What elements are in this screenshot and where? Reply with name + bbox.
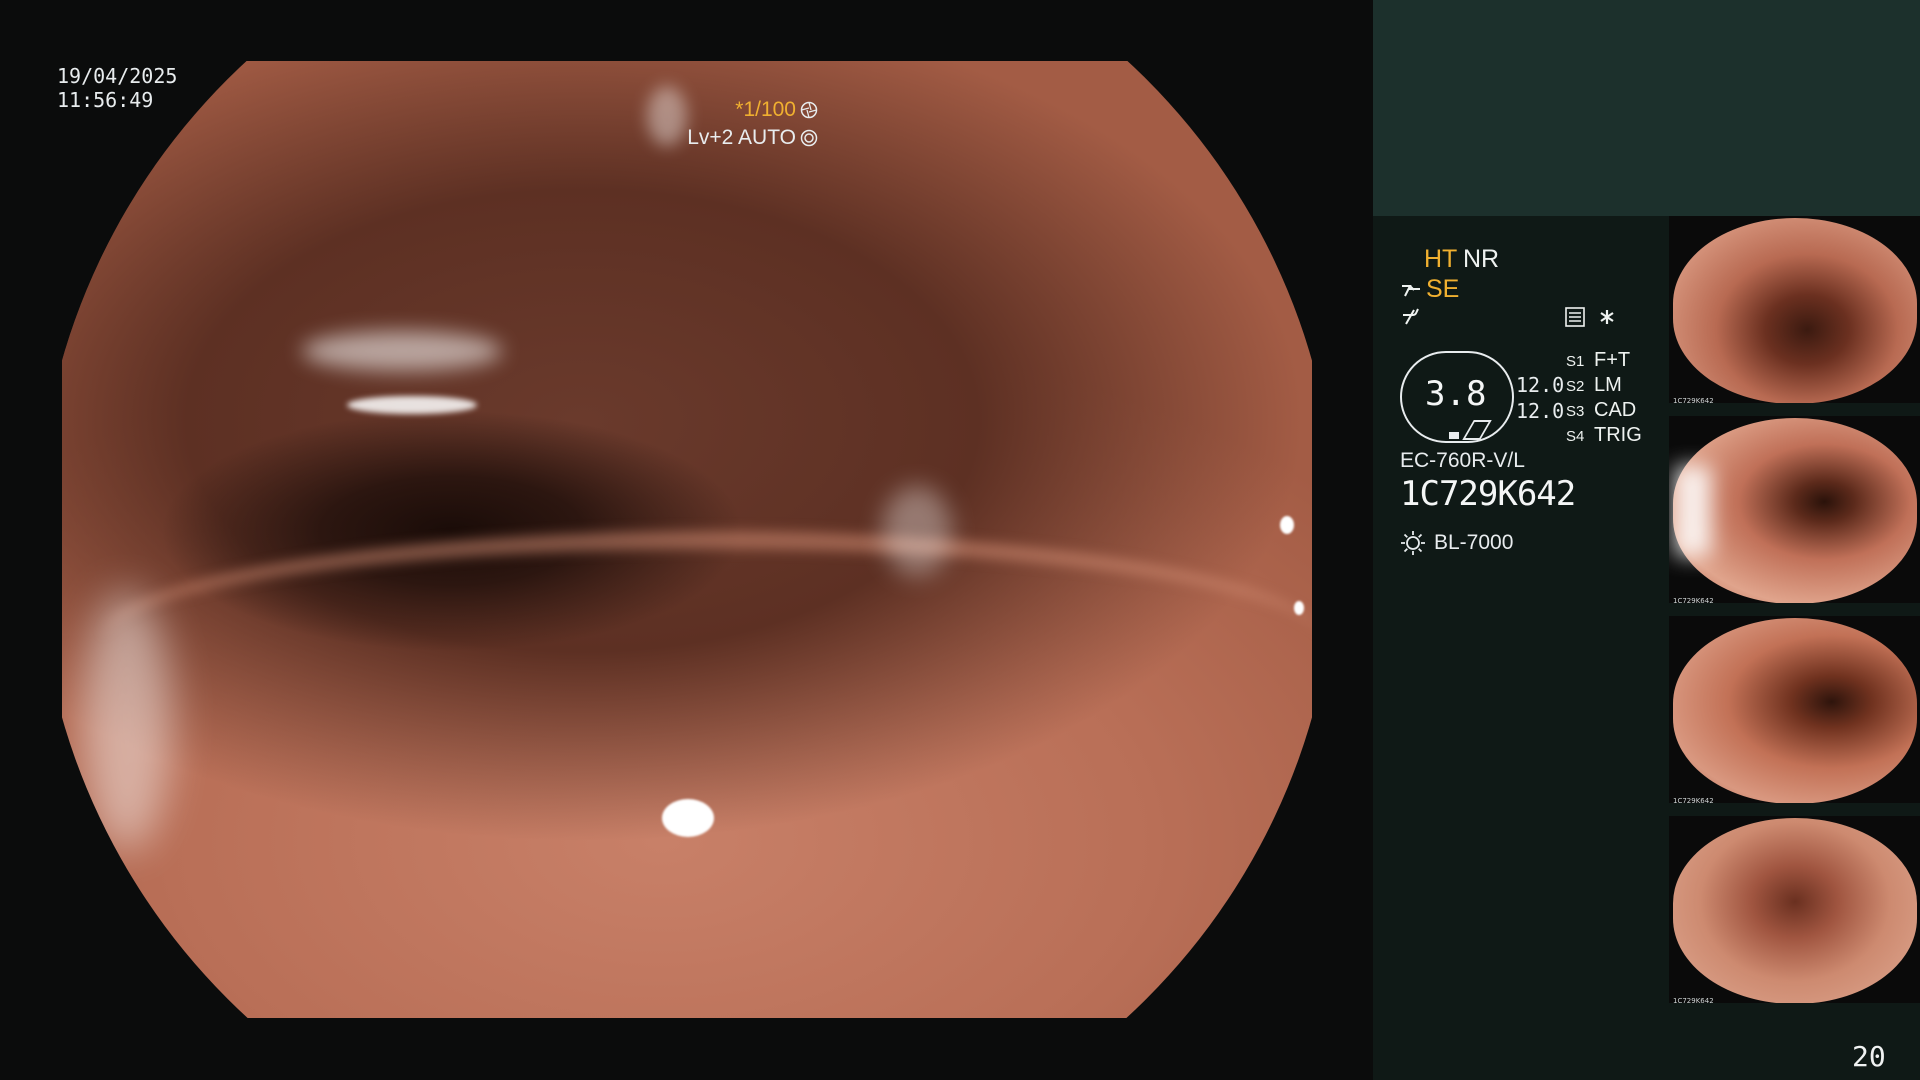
scope-model: EC-760R-V/L — [1400, 449, 1525, 472]
specular-highlight — [347, 396, 477, 414]
thumbnail-label: 1C729K642 — [1673, 997, 1714, 1005]
thumbnail-glare — [1675, 466, 1711, 556]
tone-curve-icon — [1403, 308, 1419, 325]
switch-key: S2 — [1566, 378, 1585, 395]
nr-mode: NR — [1463, 245, 1500, 273]
scope-switch-list: S1 F+T S2 LM S3 CAD S4 TRIG — [1566, 349, 1642, 449]
thumbnail[interactable]: 1C729K642 — [1669, 216, 1920, 411]
switch-value: LM — [1594, 374, 1622, 396]
specular-highlight — [1280, 516, 1294, 534]
menu-list-icon — [1565, 307, 1585, 327]
dimension-value-b: 12.0 — [1516, 399, 1565, 423]
gauge-marker — [1449, 432, 1459, 439]
thumbnail-label: 1C729K642 — [1673, 397, 1714, 405]
captured-thumbnails: 1C729K642 1C729K642 1C729K642 1C729K642 — [1669, 216, 1920, 1016]
scope-serial: 1C729K642 — [1400, 474, 1576, 514]
frame-count: 20 — [1852, 1040, 1886, 1073]
switch-item: S4 TRIG — [1566, 424, 1642, 449]
switch-item: S1 F+T — [1566, 349, 1642, 374]
se-mode: SE — [1426, 275, 1460, 303]
specular-highlight — [82, 591, 172, 851]
menu-icons — [1565, 307, 1615, 327]
switch-item: S2 LM — [1566, 374, 1642, 399]
specular-highlight — [647, 86, 687, 146]
specular-highlight — [882, 486, 952, 576]
thumbnail-label: 1C729K642 — [1673, 597, 1714, 605]
asterisk-icon — [1600, 310, 1614, 324]
switch-value: F+T — [1594, 349, 1631, 371]
tone-curve-row — [1400, 306, 1422, 328]
specular-highlight — [1294, 601, 1304, 615]
light-source-label: BL-7000 — [1434, 531, 1514, 554]
thumbnail-label: 1C729K642 — [1673, 797, 1714, 805]
iris-icon — [800, 129, 818, 147]
structure-enhance-row: SE — [1400, 275, 1459, 304]
structure-enhance-icon — [1402, 284, 1420, 296]
iris-value: Lv+2 AUTO — [687, 126, 796, 149]
sun-icon — [1401, 531, 1425, 555]
shutter-indicator: *1/100 — [735, 98, 818, 122]
switch-key: S4 — [1566, 428, 1585, 445]
mucosal-fold — [102, 531, 1312, 749]
switch-value: TRIG — [1594, 424, 1642, 446]
thumbnail[interactable]: 1C729K642 — [1669, 616, 1920, 811]
panel-header — [1373, 0, 1920, 216]
specular-highlight — [302, 331, 502, 371]
dimension-value-a: 12.0 — [1516, 373, 1565, 397]
light-source-row: BL-7000 — [1400, 530, 1513, 556]
switch-value: CAD — [1594, 399, 1637, 421]
switch-key: S1 — [1566, 353, 1585, 370]
osd-date: 19/04/2025 — [57, 64, 178, 88]
ht-mode: HT — [1424, 245, 1458, 273]
scope-gauge-value: 3.8 — [1425, 374, 1487, 414]
osd-time: 11:56:49 — [57, 88, 154, 112]
thumbnail[interactable]: 1C729K642 — [1669, 816, 1920, 1011]
thumbnail[interactable]: 1C729K642 — [1669, 416, 1920, 611]
main-endoscope-view: 19/04/2025 11:56:49 *1/100 Lv+2 AUTO — [0, 0, 1373, 1080]
specular-highlight — [662, 799, 714, 837]
switch-key: S3 — [1566, 403, 1585, 420]
aperture-icon — [800, 101, 818, 119]
endoscope-image — [62, 61, 1312, 1018]
switch-item: S3 CAD — [1566, 399, 1642, 424]
shutter-value: *1/100 — [735, 98, 796, 121]
iris-indicator: Lv+2 AUTO — [687, 126, 818, 150]
